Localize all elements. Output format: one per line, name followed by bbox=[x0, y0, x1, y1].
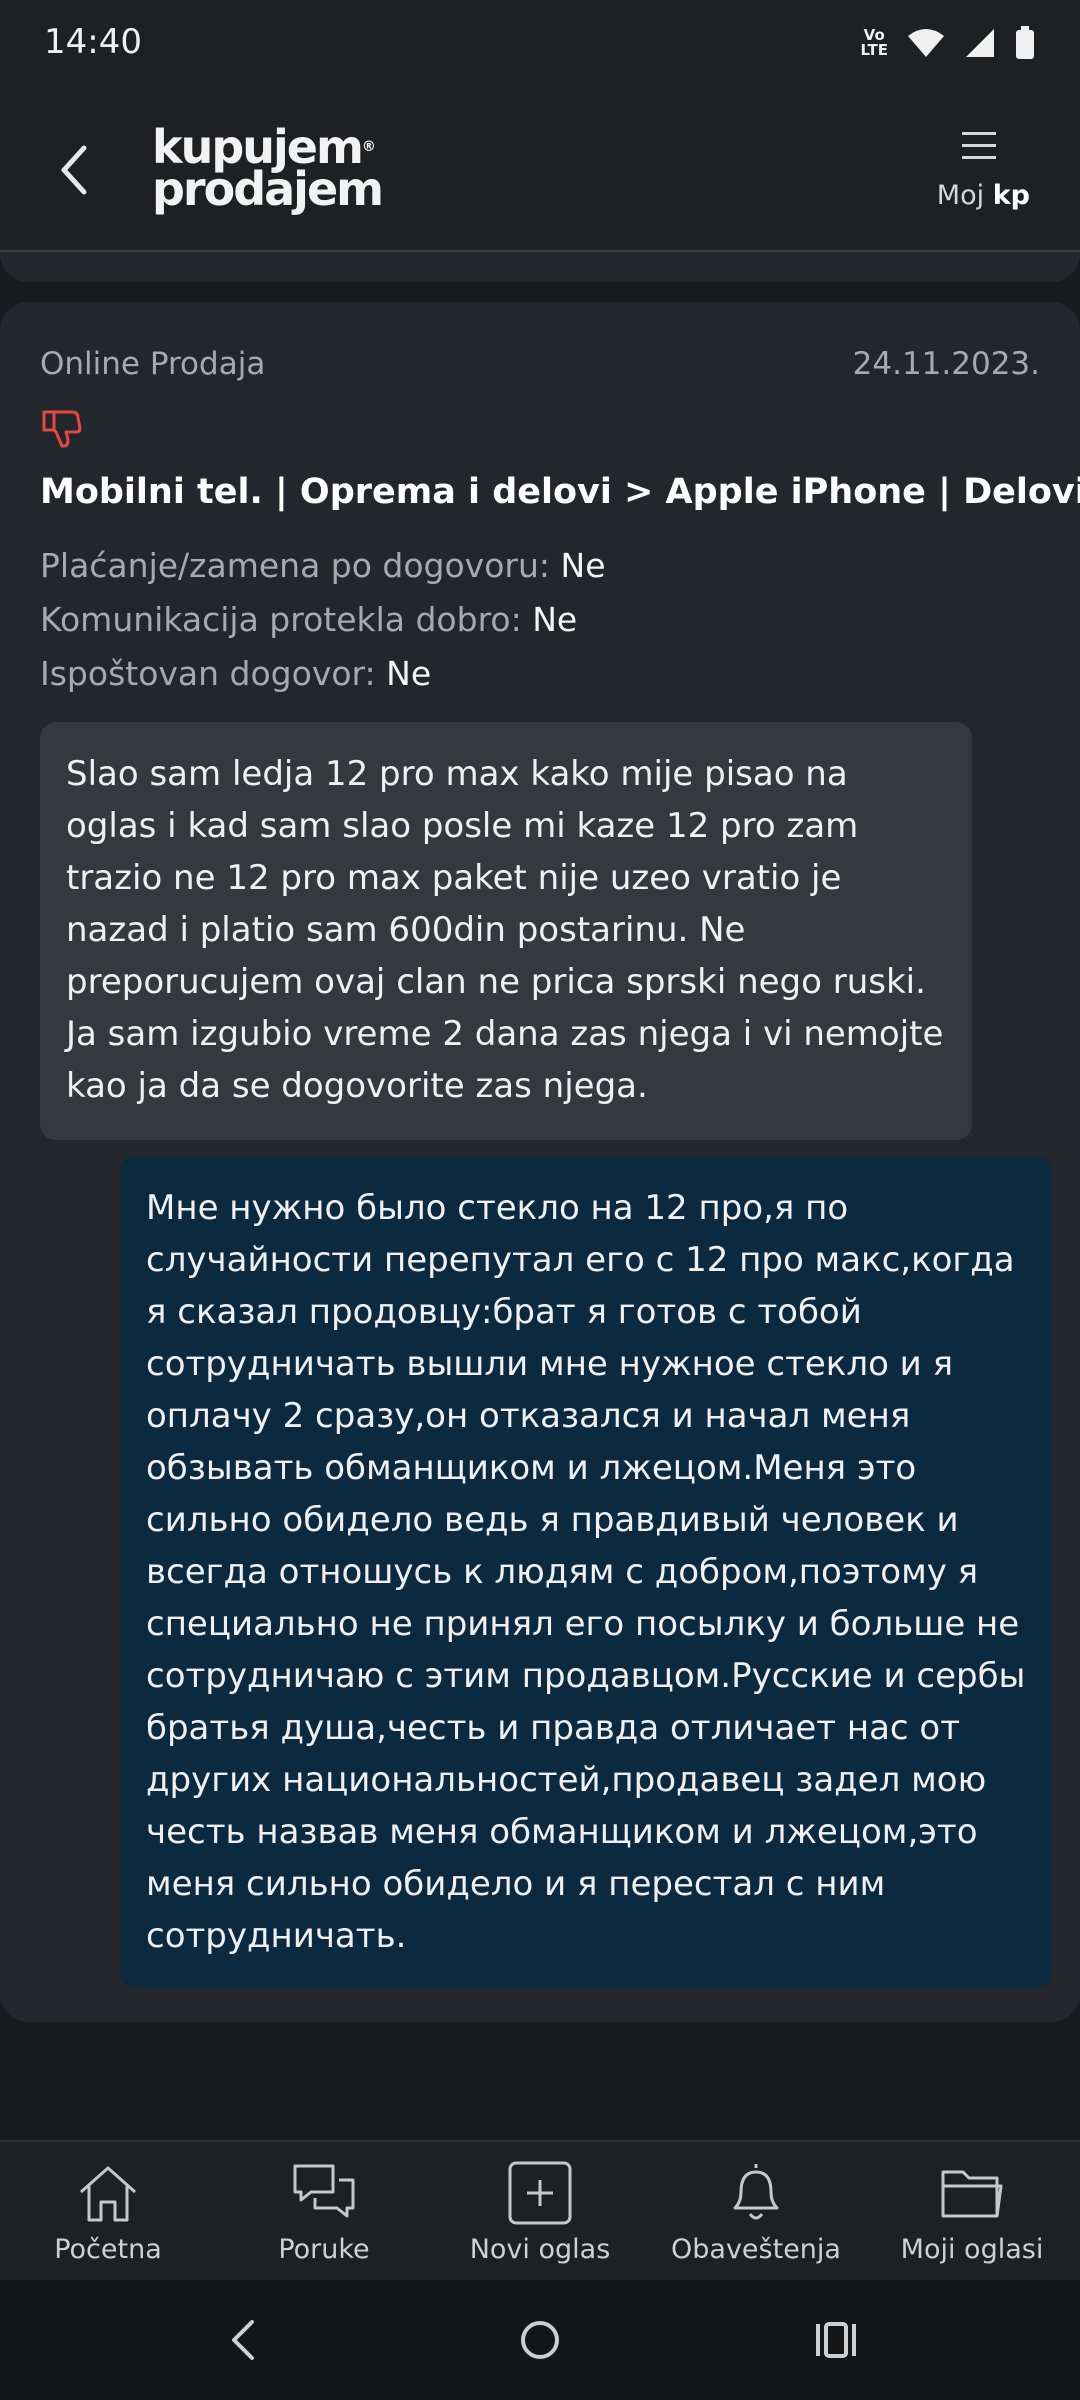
detail-row-communication: Komunikacija protekla dobro: Ne bbox=[40, 600, 578, 639]
moj-kp-menu-button[interactable]: Moj kp bbox=[930, 128, 1030, 218]
signal-icon bbox=[966, 29, 994, 57]
bottom-navigation: Početna Poruke Novi oglas Obaveštenja Mo… bbox=[0, 2140, 1080, 2280]
review-reply-bubble: Мне нужно было стекло на 12 про,я по слу… bbox=[120, 1156, 1052, 1988]
moj-kp-label: Moj kp bbox=[936, 180, 1030, 211]
chat-icon bbox=[293, 2164, 355, 2218]
system-navigation-bar bbox=[0, 2280, 1080, 2400]
nav-item-messages[interactable]: Poruke bbox=[216, 2142, 432, 2280]
system-home-icon[interactable] bbox=[510, 2310, 570, 2370]
nav-item-notifications[interactable]: Obaveštenja bbox=[648, 2142, 864, 2280]
nav-item-my-ads[interactable]: Moji oglasi bbox=[864, 2142, 1080, 2280]
bell-icon bbox=[733, 2164, 779, 2220]
system-back-icon[interactable] bbox=[214, 2310, 274, 2370]
kupujem-prodajem-logo[interactable]: kupujem® prodajem bbox=[152, 124, 384, 212]
review-date: 24.11.2023. bbox=[852, 346, 1040, 382]
hamburger-menu-icon bbox=[962, 132, 996, 159]
detail-row-payment: Plaćanje/zamena po dogovoru: Ne bbox=[40, 546, 606, 585]
folder-icon bbox=[941, 2170, 1003, 2218]
review-card: Online Prodaja 24.11.2023. Mobilni tel. … bbox=[0, 302, 1080, 2022]
nav-item-new-ad[interactable]: Novi oglas bbox=[432, 2142, 648, 2280]
status-icons: Vo LTE bbox=[860, 26, 1036, 60]
wifi-icon bbox=[908, 29, 944, 57]
nav-item-home[interactable]: Početna bbox=[0, 2142, 216, 2280]
volte-icon: Vo LTE bbox=[860, 26, 888, 59]
review-type: Online Prodaja bbox=[40, 346, 266, 382]
review-category-path: Mobilni tel. | Oprema i delovi > Apple i… bbox=[40, 472, 1080, 512]
add-icon bbox=[508, 2161, 572, 2225]
home-icon bbox=[80, 2166, 136, 2222]
review-comment-bubble: Slao sam ledja 12 pro max kako mije pisa… bbox=[40, 722, 972, 1140]
previous-review-card bbox=[0, 252, 1080, 282]
thumbs-down-icon bbox=[42, 410, 82, 448]
back-arrow-icon[interactable] bbox=[50, 140, 100, 200]
app-header: kupujem® prodajem Moj kp bbox=[0, 90, 1080, 252]
status-bar: 14:40 Vo LTE bbox=[0, 0, 1080, 90]
battery-icon bbox=[1016, 26, 1034, 59]
status-time: 14:40 bbox=[44, 22, 142, 62]
system-recents-icon[interactable] bbox=[806, 2310, 866, 2370]
detail-row-agreement: Ispoštovan dogovor: Ne bbox=[40, 654, 432, 693]
